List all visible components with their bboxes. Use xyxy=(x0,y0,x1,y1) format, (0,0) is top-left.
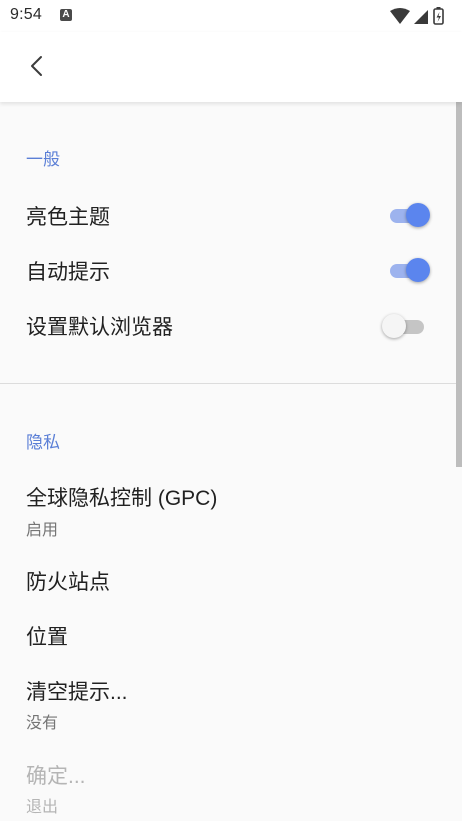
section-divider xyxy=(0,383,456,384)
section-title-general: 一般 xyxy=(26,150,60,169)
pref-light-theme-label[interactable]: 亮色主题 xyxy=(26,201,110,231)
status-time: 9:54 xyxy=(10,6,42,23)
default-browser-switch[interactable] xyxy=(382,312,432,342)
app-bar xyxy=(0,32,462,102)
switch-thumb xyxy=(406,258,430,282)
scrollbar[interactable] xyxy=(456,102,462,467)
pref-clear-data-label[interactable]: 清空提示... xyxy=(26,676,128,706)
pref-confirm-label: 确定... xyxy=(26,765,86,788)
pref-auto-suggest-label[interactable]: 自动提示 xyxy=(26,256,110,286)
wifi-icon xyxy=(390,8,410,24)
section-title-privacy: 隐私 xyxy=(26,433,60,452)
chevron-left-icon xyxy=(31,56,42,76)
auto-suggest-switch[interactable] xyxy=(388,256,432,286)
back-button[interactable] xyxy=(18,46,54,86)
notification-a-icon: A xyxy=(60,9,72,21)
signal-icon xyxy=(414,10,428,24)
status-bar: 9:54 A xyxy=(0,0,462,32)
pref-clear-data-summary: 没有 xyxy=(26,715,59,732)
battery-charging-icon xyxy=(433,7,444,25)
pref-location-label[interactable]: 位置 xyxy=(26,621,68,651)
light-theme-switch[interactable] xyxy=(388,201,432,231)
pref-confirm-summary: 退出 xyxy=(26,799,59,816)
pref-fireproof-sites-label[interactable]: 防火站点 xyxy=(26,566,110,596)
pref-default-browser-label[interactable]: 设置默认浏览器 xyxy=(26,311,173,341)
pref-gpc-label[interactable]: 全球隐私控制 (GPC) xyxy=(26,482,217,512)
switch-thumb xyxy=(382,314,406,338)
status-icons xyxy=(390,7,444,25)
settings-list[interactable]: 一般 亮色主题 自动提示 设置默认浏览器 隐私 全球隐私控制 (GPC) 启用 … xyxy=(0,102,462,821)
switch-thumb xyxy=(406,203,430,227)
pref-gpc-summary: 启用 xyxy=(26,522,59,539)
